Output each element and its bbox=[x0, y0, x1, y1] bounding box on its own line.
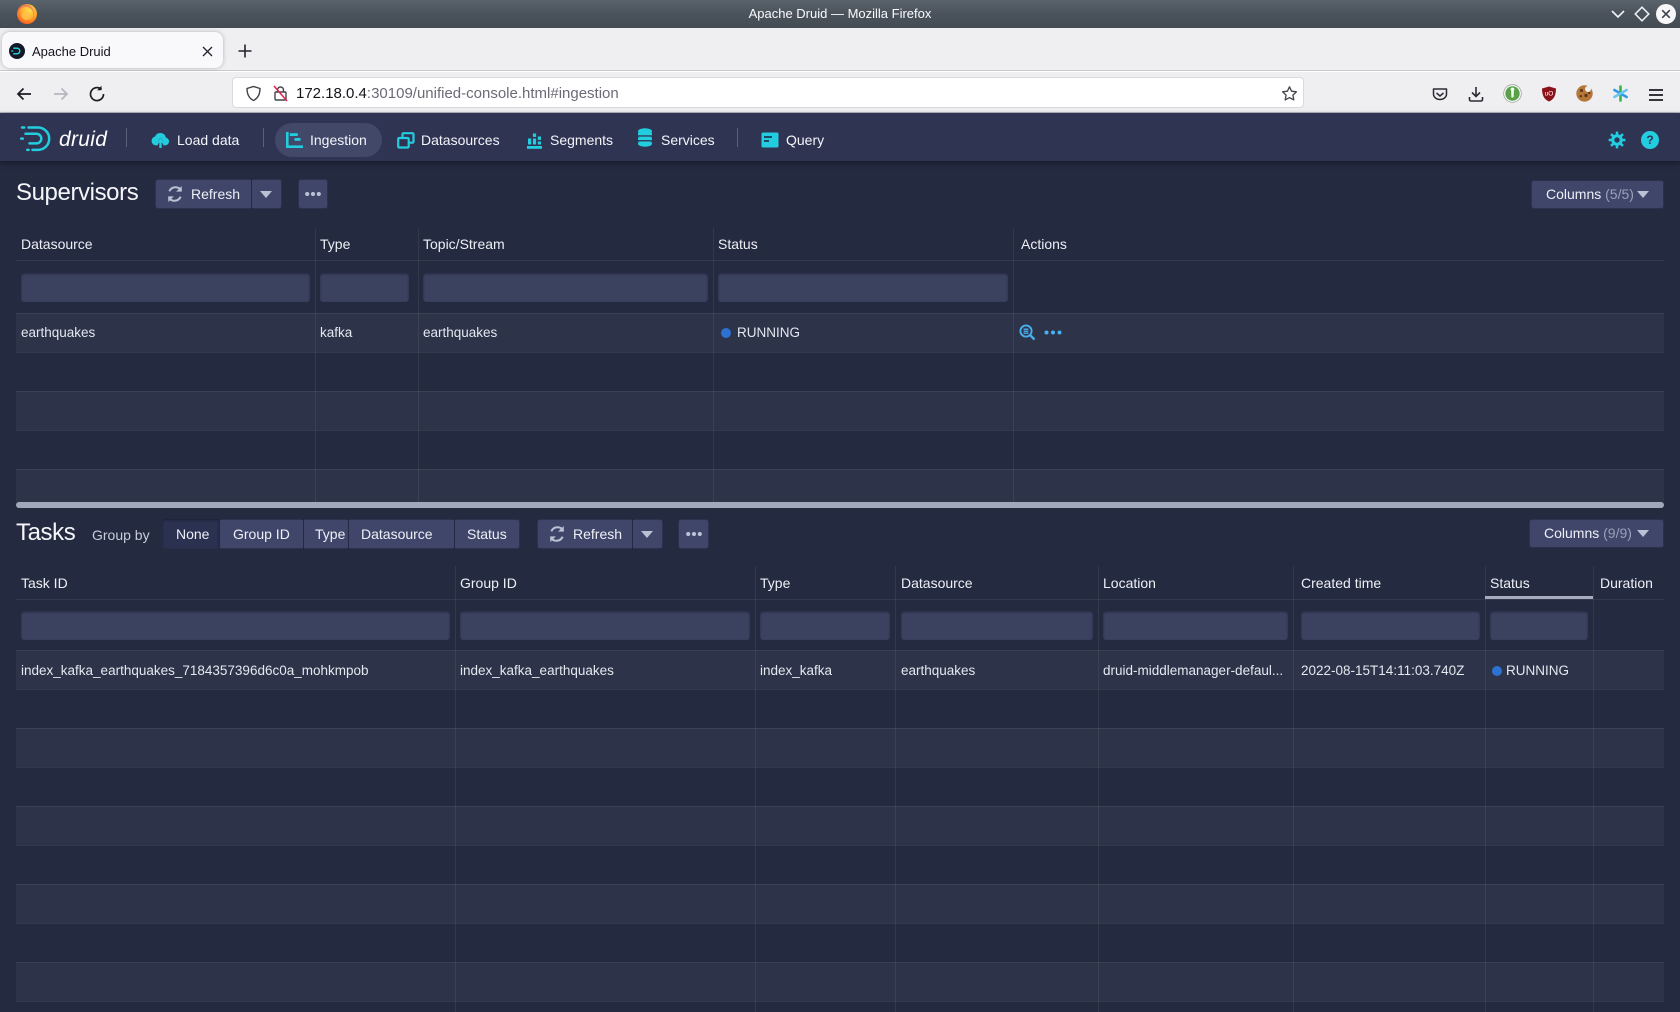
svg-text:?: ? bbox=[1646, 133, 1653, 147]
svg-text:uO: uO bbox=[1545, 91, 1554, 98]
